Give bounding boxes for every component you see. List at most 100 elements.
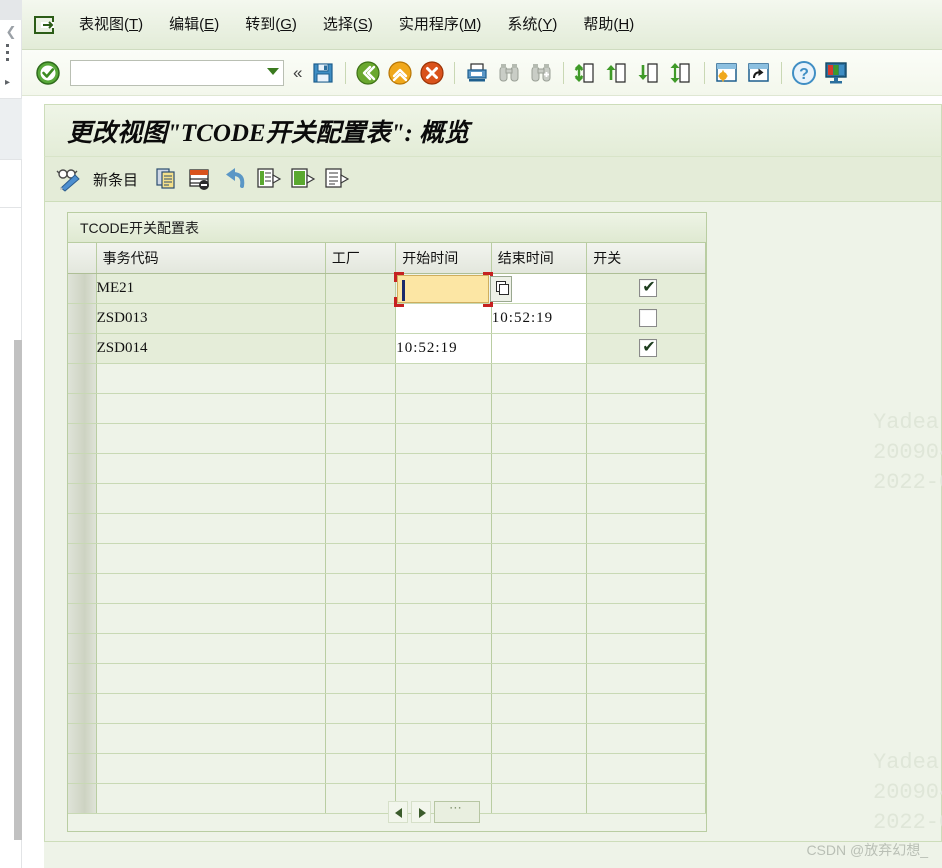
- cell-switch[interactable]: [587, 513, 706, 543]
- menu-item-goto[interactable]: 转到(G): [232, 0, 310, 50]
- cell-switch[interactable]: [587, 663, 706, 693]
- select-all-icon[interactable]: [254, 164, 284, 194]
- menu-item-utilities[interactable]: 实用程序(M): [386, 0, 495, 50]
- cell-plant[interactable]: [325, 363, 395, 393]
- cell-tcode[interactable]: [96, 453, 325, 483]
- cell-switch[interactable]: [587, 453, 706, 483]
- page-first-icon[interactable]: [572, 59, 600, 87]
- cell-switch[interactable]: [587, 363, 706, 393]
- switch-checkbox[interactable]: [639, 339, 657, 357]
- cell-tcode[interactable]: [96, 543, 325, 573]
- nav-right-arrow-icon[interactable]: [411, 801, 431, 823]
- cell-end-time[interactable]: [491, 393, 587, 423]
- cell-end-time[interactable]: 10:52:19: [491, 303, 587, 333]
- cell-tcode[interactable]: [96, 633, 325, 663]
- cell-switch[interactable]: [587, 543, 706, 573]
- cell-start-time[interactable]: [396, 393, 492, 423]
- cell-end-time[interactable]: [491, 333, 587, 363]
- cell-plant[interactable]: [325, 753, 395, 783]
- page-down-icon[interactable]: [636, 59, 664, 87]
- cell-end-time[interactable]: [491, 783, 587, 813]
- table-empty-row[interactable]: [68, 423, 706, 453]
- cell-end-time[interactable]: [491, 363, 587, 393]
- page-up-icon[interactable]: [604, 59, 632, 87]
- cell-start-time[interactable]: [396, 483, 492, 513]
- row-selector[interactable]: [68, 303, 96, 333]
- row-selector[interactable]: [68, 363, 96, 393]
- cell-switch[interactable]: [587, 603, 706, 633]
- menu-item-edit[interactable]: 编辑(E): [156, 0, 232, 50]
- cell-plant[interactable]: [325, 573, 395, 603]
- cell-plant[interactable]: [325, 393, 395, 423]
- cell-switch[interactable]: [587, 393, 706, 423]
- cell-start-time[interactable]: [396, 453, 492, 483]
- command-input[interactable]: [70, 60, 284, 86]
- row-selector[interactable]: [68, 513, 96, 543]
- cell-tcode[interactable]: [96, 693, 325, 723]
- printer-icon[interactable]: [463, 59, 491, 87]
- cell-end-time[interactable]: [491, 603, 587, 633]
- cell-tcode[interactable]: [96, 393, 325, 423]
- cell-start-time[interactable]: [396, 513, 492, 543]
- glasses-pencil-display-change-icon[interactable]: [55, 164, 85, 194]
- new-window-icon[interactable]: [713, 59, 741, 87]
- row-selector[interactable]: [68, 663, 96, 693]
- row-selector[interactable]: [68, 393, 96, 423]
- new-entries-button[interactable]: 新条目: [93, 169, 138, 190]
- cell-plant[interactable]: [325, 273, 395, 303]
- cell-tcode[interactable]: [96, 753, 325, 783]
- cell-start-time[interactable]: [396, 543, 492, 573]
- cell-start-time[interactable]: [396, 633, 492, 663]
- column-header-select-all[interactable]: [68, 243, 96, 273]
- sap-system-menu-icon[interactable]: [32, 14, 58, 36]
- row-selector[interactable]: [68, 633, 96, 663]
- cell-switch[interactable]: [587, 753, 706, 783]
- table-empty-row[interactable]: [68, 603, 706, 633]
- cell-plant[interactable]: [325, 663, 395, 693]
- table-empty-row[interactable]: [68, 663, 706, 693]
- cell-tcode[interactable]: [96, 573, 325, 603]
- cell-tcode[interactable]: [96, 513, 325, 543]
- undo-arrow-icon[interactable]: [220, 164, 250, 194]
- cell-switch[interactable]: [587, 273, 706, 303]
- table-empty-row[interactable]: [68, 393, 706, 423]
- cell-end-time[interactable]: [491, 633, 587, 663]
- cell-end-time[interactable]: [491, 423, 587, 453]
- nav-left-arrow-icon[interactable]: [388, 801, 408, 823]
- cell-switch[interactable]: [587, 693, 706, 723]
- binoculars-plus-find-next-icon[interactable]: [527, 59, 555, 87]
- question-mark-help-icon[interactable]: ?: [790, 59, 818, 87]
- colored-monitor-layout-icon[interactable]: [822, 59, 850, 87]
- cell-start-time[interactable]: [396, 753, 492, 783]
- shortcut-arrow-icon[interactable]: [745, 59, 773, 87]
- column-header-plant[interactable]: 工厂: [325, 243, 395, 273]
- column-header-end-time[interactable]: 结束时间: [491, 243, 587, 273]
- cell-plant[interactable]: [325, 333, 395, 363]
- yellow-up-arrow-exit-icon[interactable]: [386, 59, 414, 87]
- vertical-dots-icon[interactable]: [6, 44, 14, 66]
- chevron-left-icon[interactable]: ❮: [3, 24, 19, 40]
- delete-row-icon[interactable]: [186, 164, 216, 194]
- row-selector[interactable]: [68, 483, 96, 513]
- table-empty-row[interactable]: [68, 753, 706, 783]
- cell-end-time[interactable]: [491, 753, 587, 783]
- cell-plant[interactable]: [325, 543, 395, 573]
- cell-switch[interactable]: [587, 633, 706, 663]
- double-chevron-left-icon[interactable]: «: [288, 63, 307, 83]
- green-check-enter-icon[interactable]: [34, 59, 62, 87]
- row-selector[interactable]: [68, 693, 96, 723]
- row-selector[interactable]: [68, 543, 96, 573]
- cell-plant[interactable]: [325, 783, 395, 813]
- cell-plant[interactable]: [325, 513, 395, 543]
- deselect-all-icon[interactable]: [288, 164, 318, 194]
- cell-tcode[interactable]: [96, 663, 325, 693]
- row-selector[interactable]: [68, 423, 96, 453]
- cell-start-time[interactable]: [396, 423, 492, 453]
- cell-start-time[interactable]: [396, 603, 492, 633]
- active-input-field[interactable]: [397, 275, 489, 303]
- table-row[interactable]: ZSD014 10:52:19: [68, 333, 706, 363]
- cell-plant[interactable]: [325, 453, 395, 483]
- cell-start-time[interactable]: [396, 723, 492, 753]
- column-header-switch[interactable]: 开关: [587, 243, 706, 273]
- save-disk-icon[interactable]: [309, 59, 337, 87]
